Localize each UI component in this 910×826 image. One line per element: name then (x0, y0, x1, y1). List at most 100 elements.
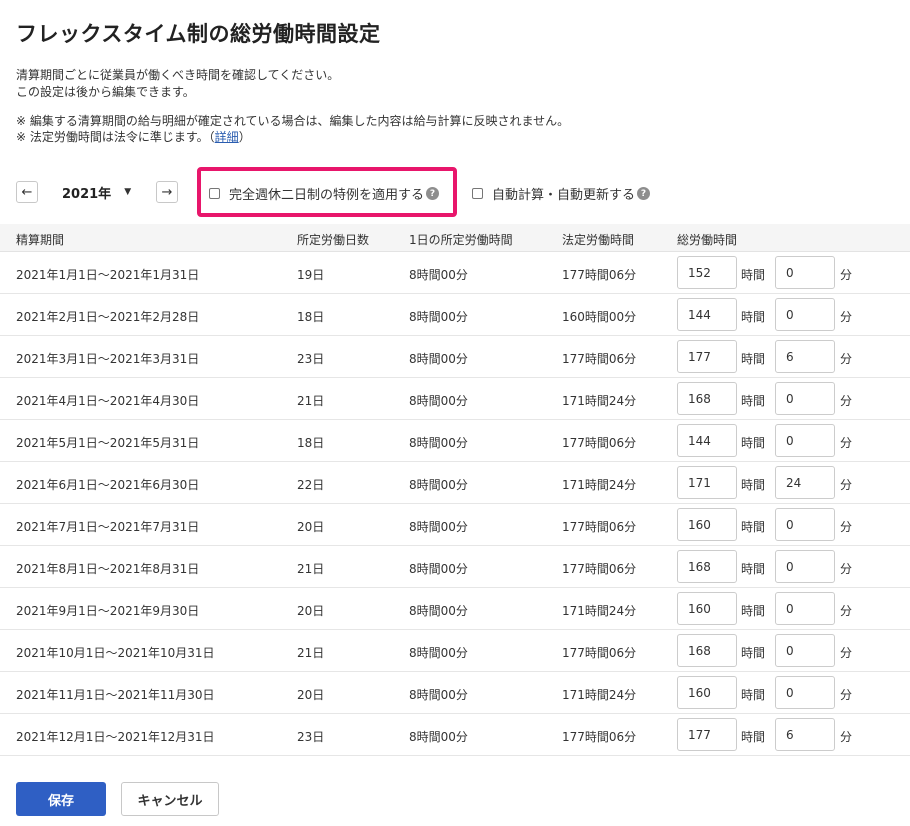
minutes-unit-label: 分 (840, 604, 853, 618)
total-minutes-input[interactable]: 0 (775, 256, 835, 289)
legal-hours-cell: 171時間24分 (562, 478, 637, 492)
hours-unit-label: 時間 (741, 688, 766, 702)
daily-hours-cell: 8時間00分 (409, 604, 468, 618)
total-hours-input[interactable]: 168 (677, 382, 737, 415)
total-hours-input[interactable]: 160 (677, 676, 737, 709)
checkbox-weekly-two-days-off[interactable] (209, 188, 220, 199)
note-line-2-prefix: ※ 法定労働時間は法令に準じます。（ (16, 130, 215, 144)
period-cell: 2021年2月1日～2021年2月28日 (16, 310, 200, 324)
total-minutes-input[interactable]: 0 (775, 424, 835, 457)
days-cell: 22日 (297, 478, 325, 492)
total-hours-input[interactable]: 160 (677, 592, 737, 625)
hours-unit-label: 時間 (741, 478, 766, 492)
table-row: 2021年7月1日～2021年7月31日 20日 8時間00分 177時間06分 160… (0, 504, 910, 546)
days-cell: 18日 (297, 310, 325, 324)
minutes-unit-label: 分 (840, 394, 853, 408)
daily-hours-cell: 8時間00分 (409, 352, 468, 366)
legal-hours-cell: 160時間00分 (562, 310, 637, 324)
table-row: 2021年5月1日～2021年5月31日 18日 8時間00分 177時間06分 144… (0, 420, 910, 462)
period-cell: 2021年11月1日～2021年11月30日 (16, 688, 215, 702)
minutes-unit-label: 分 (840, 268, 853, 282)
legal-hours-cell: 177時間06分 (562, 646, 637, 660)
period-cell: 2021年8月1日～2021年8月31日 (16, 562, 200, 576)
total-minutes-input[interactable]: 0 (775, 592, 835, 625)
total-minutes-input[interactable]: 0 (775, 634, 835, 667)
table-body: 2021年1月1日～2021年1月31日 19日 8時間00分 177時間06分 152… (0, 252, 910, 756)
total-minutes-input[interactable]: 0 (775, 382, 835, 415)
total-hours-input[interactable]: 144 (677, 424, 737, 457)
total-hours-input[interactable]: 168 (677, 550, 737, 583)
legal-hours-cell: 177時間06分 (562, 436, 637, 450)
option-auto-calc-label[interactable]: 自動計算・自動更新する (492, 184, 635, 203)
legal-hours-cell: 177時間06分 (562, 268, 637, 282)
legal-hours-cell: 177時間06分 (562, 730, 637, 744)
save-button[interactable]: 保存 (16, 782, 106, 816)
next-year-button[interactable]: → (156, 181, 178, 203)
legal-hours-cell: 171時間24分 (562, 394, 637, 408)
table-row: 2021年6月1日～2021年6月30日 22日 8時間00分 171時間24分 171… (0, 462, 910, 504)
page-title: フレックスタイム制の総労働時間設定 (16, 22, 381, 46)
total-minutes-input[interactable]: 0 (775, 508, 835, 541)
period-cell: 2021年3月1日～2021年3月31日 (16, 352, 200, 366)
table-row: 2021年12月1日～2021年12月31日 23日 8時間00分 177時間06分 1… (0, 714, 910, 756)
daily-hours-cell: 8時間00分 (409, 436, 468, 450)
days-cell: 18日 (297, 436, 325, 450)
period-cell: 2021年9月1日～2021年9月30日 (16, 604, 200, 618)
total-hours-input[interactable]: 144 (677, 298, 737, 331)
note-line-2-suffix: ） (238, 130, 251, 144)
legal-hours-cell: 171時間24分 (562, 688, 637, 702)
header-daily-hours: 1日の所定労働時間 (409, 233, 513, 247)
total-hours-input[interactable]: 171 (677, 466, 737, 499)
checkbox-auto-calc[interactable] (472, 188, 483, 199)
option-weekly-two-days-off-label[interactable]: 完全週休二日制の特例を適用する (229, 184, 424, 203)
help-icon[interactable]: ? (637, 187, 651, 200)
minutes-unit-label: 分 (840, 688, 853, 702)
daily-hours-cell: 8時間00分 (409, 730, 468, 744)
days-cell: 19日 (297, 268, 325, 282)
hours-table: 精算期間 所定労働日数 1日の所定労働時間 法定労働時間 総労働時間 2021年… (0, 224, 910, 756)
year-navigation: ← 2021年 ▼ → (16, 181, 182, 203)
total-hours-input[interactable]: 177 (677, 340, 737, 373)
hours-unit-label: 時間 (741, 646, 766, 660)
daily-hours-cell: 8時間00分 (409, 478, 468, 492)
hours-unit-label: 時間 (741, 436, 766, 450)
details-link[interactable]: 詳細 (215, 130, 239, 144)
total-minutes-input[interactable]: 6 (775, 718, 835, 751)
total-minutes-input[interactable]: 24 (775, 466, 835, 499)
total-minutes-input[interactable]: 0 (775, 676, 835, 709)
period-cell: 2021年1月1日～2021年1月31日 (16, 268, 200, 282)
total-minutes-input[interactable]: 6 (775, 340, 835, 373)
days-cell: 21日 (297, 562, 325, 576)
minutes-unit-label: 分 (840, 436, 853, 450)
total-hours-input[interactable]: 177 (677, 718, 737, 751)
minutes-unit-label: 分 (840, 730, 853, 744)
days-cell: 23日 (297, 730, 325, 744)
daily-hours-cell: 8時間00分 (409, 310, 468, 324)
total-minutes-input[interactable]: 0 (775, 550, 835, 583)
period-cell: 2021年6月1日～2021年6月30日 (16, 478, 200, 492)
minutes-unit-label: 分 (840, 310, 853, 324)
table-row: 2021年11月1日～2021年11月30日 20日 8時間00分 171時間24分 1… (0, 672, 910, 714)
note-line-1: ※ 編集する清算期間の給与明細が確定されている場合は、編集した内容は給与計算に反… (16, 114, 570, 128)
year-select[interactable]: 2021年 ▼ (62, 181, 131, 203)
minutes-unit-label: 分 (840, 646, 853, 660)
total-hours-input[interactable]: 168 (677, 634, 737, 667)
daily-hours-cell: 8時間00分 (409, 268, 468, 282)
cancel-button[interactable]: キャンセル (121, 782, 219, 816)
header-days: 所定労働日数 (297, 233, 370, 247)
daily-hours-cell: 8時間00分 (409, 394, 468, 408)
table-row: 2021年1月1日～2021年1月31日 19日 8時間00分 177時間06分 152… (0, 252, 910, 294)
hours-unit-label: 時間 (741, 730, 766, 744)
total-minutes-input[interactable]: 0 (775, 298, 835, 331)
help-icon[interactable]: ? (426, 187, 440, 200)
prev-year-button[interactable]: ← (16, 181, 38, 203)
hours-unit-label: 時間 (741, 604, 766, 618)
option-auto-calc: 自動計算・自動更新する ? (472, 184, 651, 203)
total-hours-input[interactable]: 160 (677, 508, 737, 541)
daily-hours-cell: 8時間00分 (409, 646, 468, 660)
days-cell: 20日 (297, 604, 325, 618)
days-cell: 20日 (297, 520, 325, 534)
total-hours-input[interactable]: 152 (677, 256, 737, 289)
legal-hours-cell: 177時間06分 (562, 562, 637, 576)
minutes-unit-label: 分 (840, 478, 853, 492)
